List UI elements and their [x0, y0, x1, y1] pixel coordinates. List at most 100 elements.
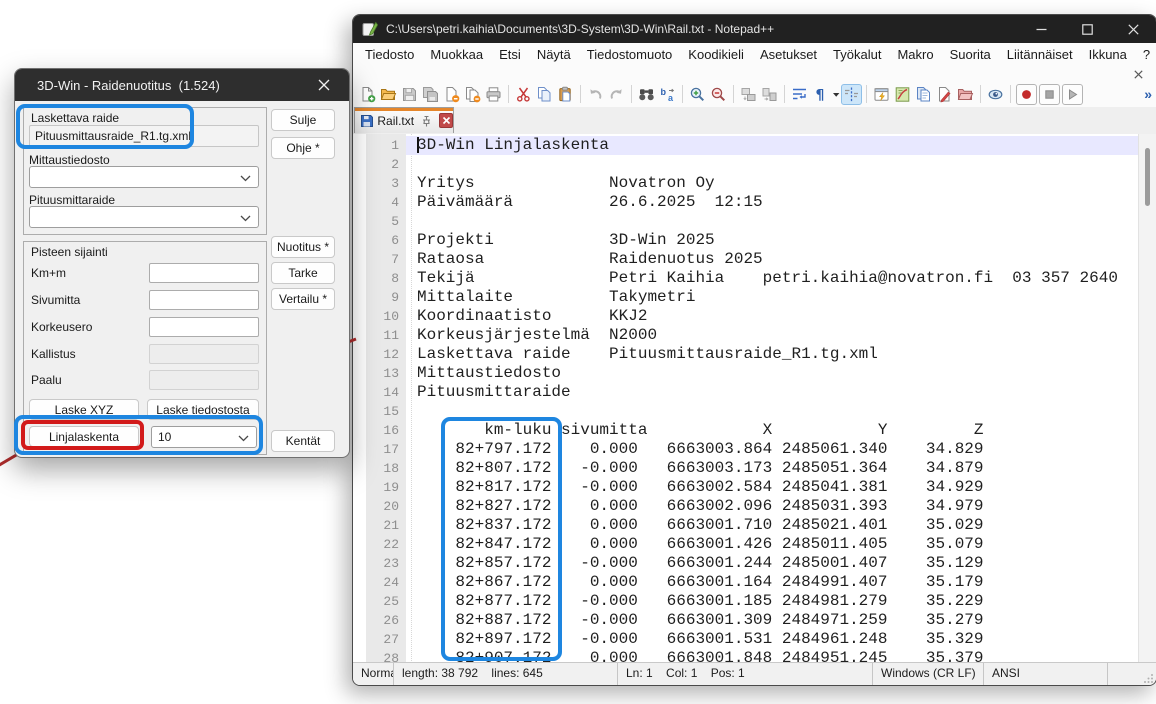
line-number: 3 — [366, 174, 406, 193]
side-button-sulje[interactable]: Sulje — [271, 109, 335, 131]
line-text: Projekti 3D-Win 2025 — [417, 231, 715, 250]
side-button-tarke[interactable]: Tarke — [271, 262, 335, 284]
shortcut-mapper-icon[interactable] — [871, 84, 892, 105]
status-mode: Normal — [353, 663, 394, 685]
side-button-nuotitus[interactable]: Nuotitus * — [271, 236, 335, 258]
dialog-close-icon[interactable] — [307, 69, 341, 101]
pituusmittaraide-label: Pituusmittaraide — [29, 193, 115, 207]
line-text: 82+867.172 0.000 6663001.164 2484991.407… — [417, 573, 984, 592]
monitoring-icon[interactable] — [985, 84, 1006, 105]
menu-item-etsi[interactable]: Etsi — [491, 43, 529, 67]
undo-icon[interactable] — [585, 84, 606, 105]
status-eol[interactable]: Windows (CR LF) — [873, 663, 984, 685]
close-icon[interactable] — [1110, 15, 1156, 43]
scrollbar-thumb[interactable] — [1145, 148, 1150, 206]
show-all-characters-dropdown-icon[interactable] — [831, 84, 841, 105]
notepad-window: C:\Users\petri.kaihia\Documents\3D-Syste… — [352, 14, 1156, 686]
indent-guide-icon[interactable] — [841, 84, 862, 105]
macro-play-icon[interactable] — [1062, 84, 1083, 105]
line-number: 11 — [366, 326, 406, 345]
redo-icon[interactable] — [606, 84, 627, 105]
pituusmittaraide-combobox[interactable] — [29, 206, 259, 228]
save-all-icon[interactable] — [420, 84, 441, 105]
close-file-icon[interactable] — [441, 84, 462, 105]
menu-item-asetukset[interactable]: Asetukset — [752, 43, 825, 67]
status-encoding[interactable]: ANSI — [984, 663, 1108, 685]
resize-grip-icon[interactable] — [1144, 673, 1154, 683]
line-text: Rataosa Raidenuotus 2025 — [417, 250, 763, 269]
save-icon[interactable] — [399, 84, 420, 105]
notepad-titlebar[interactable]: C:\Users\petri.kaihia\Documents\3D-Syste… — [353, 15, 1156, 43]
replace-icon[interactable]: ba — [657, 84, 678, 105]
menu-item-tiedosto[interactable]: Tiedosto — [357, 43, 422, 67]
linjalaskenta-button[interactable]: Linjalaskenta — [29, 426, 139, 447]
line-number: 21 — [366, 516, 406, 535]
side-button-vertailu[interactable]: Vertailu * — [271, 288, 335, 310]
dialog-titlebar[interactable]: 3D-Win - Raidenuotitus (1.524) — [15, 69, 349, 101]
vertical-scrollbar[interactable] — [1138, 134, 1156, 663]
menu-item-liit-nn-iset[interactable]: Liitännäiset — [999, 43, 1081, 67]
menu-item-makro[interactable]: Makro — [889, 43, 941, 67]
menubar-close-icon[interactable] — [1134, 70, 1143, 79]
menubar: TiedostoMuokkaaEtsiNäytäTiedostomuotoKoo… — [353, 43, 1156, 67]
field-label-korkeusero: Korkeusero — [31, 320, 92, 334]
tab-close-icon[interactable] — [439, 113, 453, 128]
status-typing-mode[interactable]: INS — [1108, 663, 1156, 685]
paste-icon[interactable] — [555, 84, 576, 105]
toolbar-overflow-icon[interactable]: » — [1144, 81, 1152, 107]
zoom-out-icon[interactable] — [708, 84, 729, 105]
toolbar: ba ¶ — [353, 81, 1156, 107]
menu-item-tiedostomuoto[interactable]: Tiedostomuoto — [579, 43, 681, 67]
field-input-kallistus — [149, 344, 259, 364]
menu-item-koodikieli[interactable]: Koodikieli — [680, 43, 752, 67]
macro-record-icon[interactable] — [1016, 84, 1037, 105]
print-icon[interactable] — [483, 84, 504, 105]
tab-label: Rail.txt — [377, 114, 414, 128]
status-bar: Normal length: 38 792 lines: 645 Ln: 1 C… — [353, 662, 1156, 685]
side-button-kent-t[interactable]: Kentät — [271, 430, 335, 452]
field-input-sivumitta[interactable] — [149, 290, 259, 310]
zoom-in-icon[interactable] — [687, 84, 708, 105]
editor[interactable]: 13D-Win Linjalaskenta23Yritys Novatron O… — [353, 134, 1156, 663]
line-text: 82+807.172 -0.000 6663003.173 2485051.36… — [417, 459, 984, 478]
document-switcher-icon[interactable] — [913, 84, 934, 105]
menu-item-muokkaa[interactable]: Muokkaa — [422, 43, 491, 67]
mittaustiedosto-combobox[interactable] — [29, 166, 259, 188]
minimize-icon[interactable] — [1018, 15, 1064, 43]
field-input-km-m[interactable] — [149, 263, 259, 283]
menu-item-n-yt-[interactable]: Näytä — [529, 43, 579, 67]
menu-item-ty-kalut[interactable]: Työkalut — [825, 43, 889, 67]
show-all-characters-icon[interactable]: ¶ — [810, 84, 831, 105]
open-file-icon[interactable] — [378, 84, 399, 105]
sync-horizontal-icon[interactable] — [759, 84, 780, 105]
line-text: Päivämäärä 26.6.2025 12:15 — [417, 193, 763, 212]
interval-combobox[interactable]: 10 — [151, 426, 257, 448]
mittaustiedosto-label: Mittaustiedosto — [29, 153, 110, 167]
function-list-icon[interactable] — [934, 84, 955, 105]
laske-tiedostosta-button[interactable]: Laske tiedostosta — [147, 399, 259, 420]
close-all-files-icon[interactable] — [462, 84, 483, 105]
word-wrap-icon[interactable] — [789, 84, 810, 105]
sync-vertical-icon[interactable] — [738, 84, 759, 105]
new-file-icon[interactable] — [357, 84, 378, 105]
side-button-ohje[interactable]: Ohje * — [271, 137, 335, 159]
menu-item-ikkuna[interactable]: Ikkuna — [1081, 43, 1135, 67]
maximize-icon[interactable] — [1064, 15, 1110, 43]
line-number: 10 — [366, 307, 406, 326]
find-icon[interactable] — [636, 84, 657, 105]
status-caret-info: Ln: 1 Col: 1 Pos: 1 — [618, 663, 873, 685]
cut-icon[interactable] — [513, 84, 534, 105]
copy-icon[interactable] — [534, 84, 555, 105]
menu-item-suorita[interactable]: Suorita — [942, 43, 999, 67]
line-number: 1 — [366, 136, 406, 155]
laske-xyz-button[interactable]: Laske XYZ — [29, 399, 139, 420]
document-map-icon[interactable] — [892, 84, 913, 105]
tab-rail-txt[interactable]: Rail.txt — [354, 107, 454, 133]
line-number: 7 — [366, 250, 406, 269]
menu-item-?[interactable]: ? — [1135, 43, 1156, 67]
field-input-korkeusero[interactable] — [149, 317, 259, 337]
pin-icon[interactable] — [420, 115, 431, 127]
line-number: 20 — [366, 497, 406, 516]
macro-stop-icon[interactable] — [1039, 84, 1060, 105]
folder-as-workspace-icon[interactable] — [955, 84, 976, 105]
